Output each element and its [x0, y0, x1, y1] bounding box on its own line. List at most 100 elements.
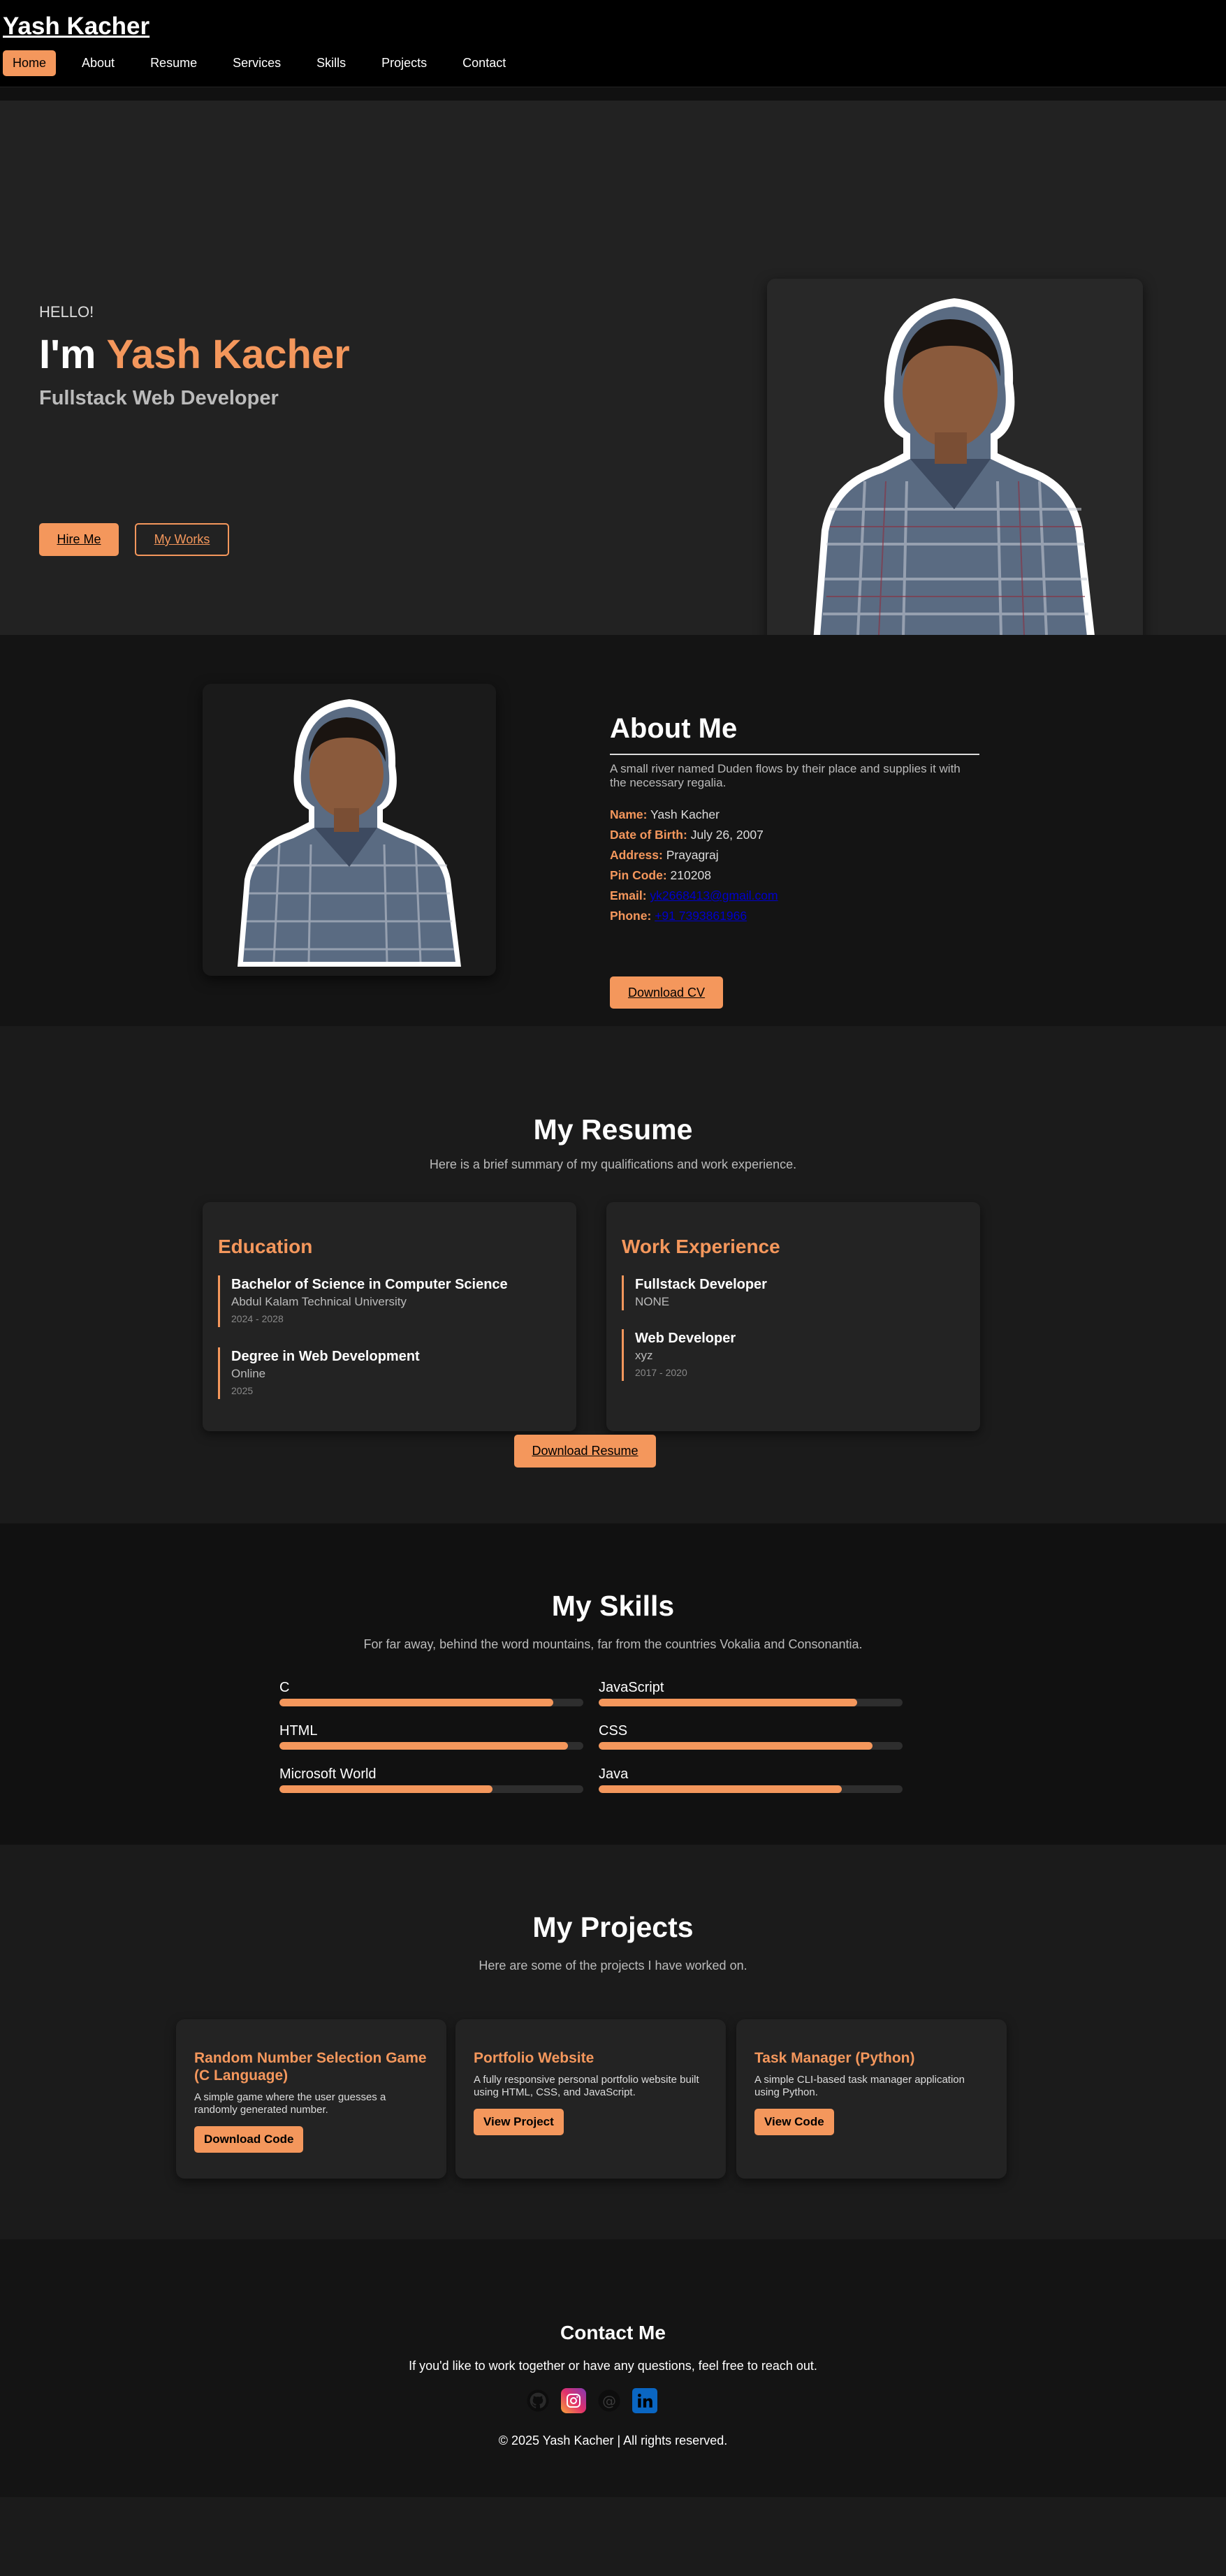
info-name-value: Yash Kacher — [650, 807, 720, 821]
info-address-label: Address: — [610, 848, 663, 862]
info-name: Name: Yash Kacher — [610, 805, 778, 825]
skill-bar — [599, 1699, 903, 1706]
hero-section: HELLO! I'm Yash Kacher Fullstack Web Dev… — [0, 101, 1226, 654]
view-code-button[interactable]: View Code — [754, 2109, 834, 2135]
work-item-title: Fullstack Developer — [635, 1277, 767, 1292]
info-name-label: Name: — [610, 807, 648, 821]
nav-about[interactable]: About — [72, 50, 124, 76]
nav-resume[interactable]: Resume — [140, 50, 207, 76]
site-header: Yash Kacher Home About Resume Services S… — [0, 0, 1226, 87]
resume-title: My Resume — [533, 1113, 693, 1146]
skill-bar-fill — [599, 1785, 842, 1793]
skill-bar-fill — [279, 1699, 553, 1706]
education-item-date: 2025 — [231, 1385, 254, 1396]
skill-bar — [279, 1742, 583, 1750]
download-code-button[interactable]: Download Code — [194, 2126, 304, 2153]
resume-section: My Resume Here is a brief summary of my … — [0, 1026, 1226, 1523]
education-heading: Education — [218, 1236, 313, 1257]
about-description: A small river named Duden flows by their… — [610, 762, 961, 789]
project-title: Portfolio Website — [474, 2050, 594, 2066]
skill-item: CSS — [599, 1722, 903, 1750]
education-item-date: 2024 - 2028 — [231, 1313, 284, 1324]
about-info-list: Name: Yash Kacher Date of Birth: July 26… — [610, 805, 778, 926]
linkedin-icon[interactable] — [632, 2388, 657, 2413]
profile-photo-image — [813, 298, 1095, 642]
copyright-text: © 2025 Yash Kacher | All rights reserved… — [498, 2434, 728, 2447]
nav-home[interactable]: Home — [3, 50, 57, 76]
hero-profile-photo — [767, 279, 1143, 654]
info-phone: Phone: +91 7393861966 — [610, 906, 778, 926]
nav-skills[interactable]: Skills — [307, 50, 356, 76]
info-pincode-label: Pin Code: — [610, 868, 667, 882]
info-pincode-value: 210208 — [670, 868, 711, 882]
project-card: Task Manager (Python) A simple CLI-based… — [736, 2019, 1007, 2179]
email-link[interactable]: yk2668413@gmail.com — [650, 888, 778, 902]
info-email: Email: yk2668413@gmail.com — [610, 886, 778, 906]
about-title: About Me — [610, 713, 738, 744]
skill-item: JavaScript — [599, 1679, 903, 1706]
resume-subtitle: Here is a brief summary of my qualificat… — [429, 1157, 797, 1171]
skill-bar — [279, 1699, 583, 1706]
instagram-icon[interactable] — [561, 2388, 586, 2413]
download-cv-button[interactable]: Download CV — [610, 976, 723, 1009]
skills-section: My Skills For far away, behind the word … — [0, 1523, 1226, 1845]
education-card: Education Bachelor of Science in Compute… — [203, 1202, 576, 1431]
skill-name: Microsoft World — [279, 1766, 377, 1782]
skill-bar-fill — [279, 1742, 569, 1750]
projects-section: My Projects Here are some of the project… — [0, 1845, 1226, 2239]
work-item-title: Web Developer — [635, 1331, 736, 1346]
skill-name: HTML — [279, 1723, 318, 1739]
my-works-button[interactable]: My Works — [135, 523, 229, 556]
skill-item: HTML — [279, 1722, 583, 1750]
nav-contact[interactable]: Contact — [453, 50, 516, 76]
info-dob-label: Date of Birth: — [610, 828, 687, 842]
skills-subtitle: For far away, behind the word mountains,… — [363, 1637, 863, 1651]
education-item: Bachelor of Science in Computer Science … — [218, 1275, 508, 1327]
github-icon[interactable] — [525, 2388, 550, 2413]
skills-title: My Skills — [551, 1590, 675, 1622]
project-card: Random Number Selection Game (C Language… — [176, 2019, 446, 2179]
phone-link[interactable]: +91 7393861966 — [655, 909, 747, 923]
contact-subtitle: If you'd like to work together or have a… — [409, 2359, 817, 2373]
info-dob-value: July 26, 2007 — [690, 828, 764, 842]
about-section: About Me A small river named Duden flows… — [0, 635, 1226, 1026]
work-heading: Work Experience — [622, 1236, 780, 1257]
about-profile-photo — [203, 684, 496, 976]
skill-bar — [599, 1742, 903, 1750]
work-item-date: 2017 - 2020 — [635, 1367, 687, 1378]
projects-title: My Projects — [532, 1911, 694, 1943]
projects-subtitle: Here are some of the projects I have wor… — [479, 1959, 747, 1973]
project-title: Random Number Selection Game (C Language… — [194, 2050, 427, 2084]
skill-name: JavaScript — [599, 1680, 664, 1695]
hero-title: I'm Yash Kacher — [39, 331, 350, 378]
about-divider — [610, 754, 979, 755]
skill-item: Java — [599, 1766, 903, 1793]
social-links: @ — [525, 2388, 657, 2413]
skill-bar-fill — [599, 1699, 857, 1706]
hero-subtitle: Fullstack Web Developer — [39, 387, 279, 409]
info-email-label: Email: — [610, 888, 647, 902]
skill-item: Microsoft World — [279, 1766, 583, 1793]
project-description: A simple game where the user guesses a r… — [194, 2091, 386, 2116]
skill-item: C — [279, 1679, 583, 1706]
education-item-org: Abdul Kalam Technical University — [231, 1295, 407, 1308]
threads-icon[interactable]: @ — [597, 2388, 622, 2413]
nav-services[interactable]: Services — [223, 50, 291, 76]
skill-name: C — [279, 1680, 290, 1695]
work-item: Fullstack Developer NONE — [622, 1275, 767, 1310]
hero-title-name: Yash Kacher — [106, 332, 350, 377]
site-logo[interactable]: Yash Kacher — [3, 13, 149, 41]
contact-section: Contact Me If you'd like to work togethe… — [0, 2239, 1226, 2497]
header-divider — [0, 87, 1226, 101]
work-item-org: NONE — [635, 1295, 670, 1308]
svg-text:@: @ — [602, 2393, 616, 2409]
download-resume-button[interactable]: Download Resume — [514, 1435, 656, 1468]
view-project-button[interactable]: View Project — [474, 2109, 564, 2135]
nav-projects[interactable]: Projects — [372, 50, 437, 76]
about-photo-image — [238, 699, 461, 967]
project-title: Task Manager (Python) — [754, 2050, 915, 2066]
skill-bar-fill — [599, 1742, 873, 1750]
work-item-org: xyz — [635, 1349, 653, 1362]
hire-me-button[interactable]: Hire Me — [39, 523, 119, 556]
main-nav: Home About Resume Services Skills Projec… — [3, 50, 532, 76]
